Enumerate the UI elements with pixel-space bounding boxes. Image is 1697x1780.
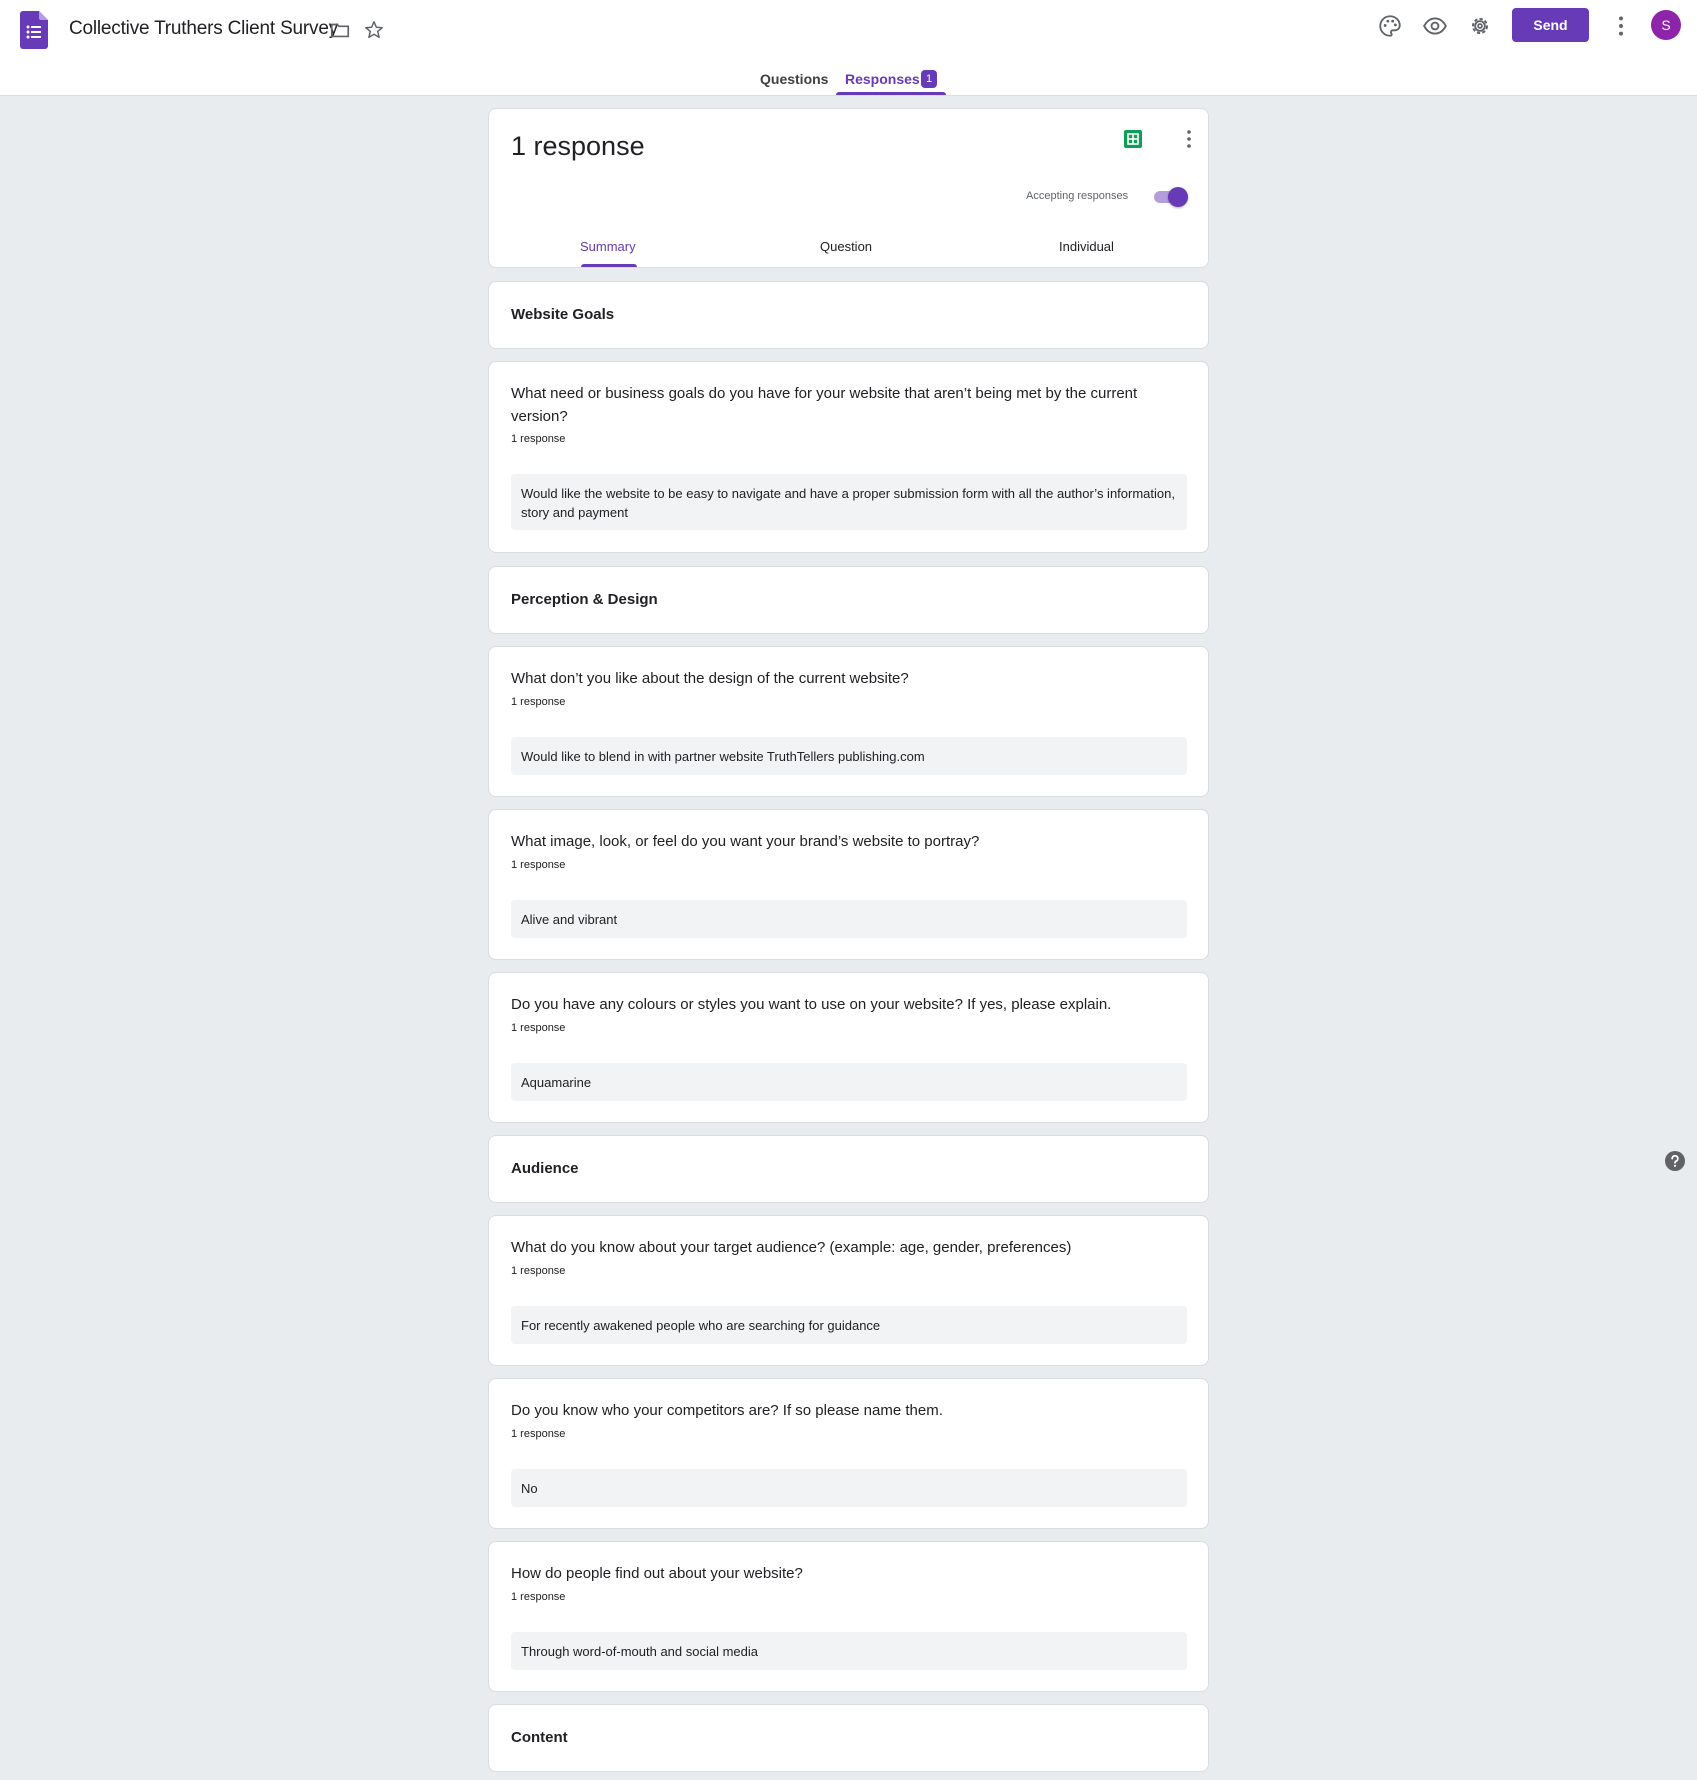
question-response-count: 1 response <box>511 859 566 871</box>
question-card: What image, look, or feel do you want yo… <box>488 809 1209 960</box>
top-bar: Collective Truthers Client Survey Send S… <box>0 0 1697 96</box>
question-card: What need or business goals do you have … <box>488 361 1209 553</box>
question-response-count: 1 response <box>511 1265 566 1277</box>
question-card: How do people find out about your websit… <box>488 1541 1209 1692</box>
avatar[interactable]: S <box>1651 10 1681 40</box>
section-card: Website Goals <box>488 281 1209 349</box>
question-response-count: 1 response <box>511 1022 566 1034</box>
question-response-count: 1 response <box>511 696 566 708</box>
section-title: Perception & Design <box>511 591 658 608</box>
response-answer: For recently awakened people who are sea… <box>511 1306 1187 1344</box>
response-count: 1 response <box>511 131 645 161</box>
tab-summary[interactable]: Summary <box>580 239 636 254</box>
response-answer: Alive and vibrant <box>511 900 1187 938</box>
responses-summary-card: 1 response Accepting responses Summary Q… <box>488 108 1209 268</box>
palette-icon[interactable] <box>1377 13 1403 39</box>
response-answer: Would like the website to be easy to nav… <box>511 474 1187 530</box>
toggle-thumb <box>1168 187 1188 207</box>
section-title: Content <box>511 1729 568 1746</box>
response-answer: Through word-of-mouth and social media <box>511 1632 1187 1670</box>
tab-underline <box>836 92 946 95</box>
response-answer: Aquamarine <box>511 1063 1187 1101</box>
question-title: What image, look, or feel do you want yo… <box>511 833 980 850</box>
question-title: Do you know who your competitors are? If… <box>511 1402 943 1419</box>
question-response-count: 1 response <box>511 1591 566 1603</box>
section-title: Audience <box>511 1160 579 1177</box>
question-title: Do you have any colours or styles you wa… <box>511 996 1112 1013</box>
tab-individual[interactable]: Individual <box>1059 239 1114 254</box>
section-title: Website Goals <box>511 306 615 323</box>
question-card: Do you know who your competitors are? If… <box>488 1378 1209 1529</box>
response-answer: No <box>511 1469 1187 1507</box>
gear-icon[interactable] <box>1467 13 1493 39</box>
send-button[interactable]: Send <box>1512 8 1589 42</box>
folder-icon[interactable] <box>329 19 351 41</box>
section-card: Audience <box>488 1135 1209 1203</box>
question-response-count: 1 response <box>511 433 566 445</box>
document-title[interactable]: Collective Truthers Client Survey <box>69 18 338 40</box>
tab-questions[interactable]: Questions <box>760 71 828 87</box>
help-icon[interactable] <box>1665 1151 1685 1171</box>
section-card: Perception & Design <box>488 566 1209 634</box>
accepting-responses-toggle[interactable] <box>1152 187 1188 207</box>
forms-app-icon[interactable] <box>20 11 48 49</box>
tab-question[interactable]: Question <box>820 239 872 254</box>
question-title: What don’t you like about the design of … <box>511 670 909 687</box>
question-title: What do you know about your target audie… <box>511 1239 1072 1256</box>
tab-responses[interactable]: Responses <box>845 71 920 87</box>
accepting-responses-label: Accepting responses <box>1026 190 1129 202</box>
question-title: What need or business goals do you have … <box>511 385 1138 425</box>
response-answer: Would like to blend in with partner webs… <box>511 737 1187 775</box>
question-card: What don’t you like about the design of … <box>488 646 1209 797</box>
summary-more-vert-icon[interactable] <box>1177 127 1201 151</box>
sheets-icon[interactable] <box>1123 129 1143 149</box>
question-response-count: 1 response <box>511 1428 566 1440</box>
responses-badge: 1 <box>921 70 937 88</box>
sub-tab-underline <box>581 264 637 267</box>
question-card: What do you know about your target audie… <box>488 1215 1209 1366</box>
question-title: How do people find out about your websit… <box>511 1565 803 1582</box>
more-vert-icon[interactable] <box>1608 13 1634 39</box>
question-card: Do you have any colours or styles you wa… <box>488 972 1209 1123</box>
eye-icon[interactable] <box>1422 13 1448 39</box>
star-icon[interactable] <box>363 19 385 41</box>
section-card: Content <box>488 1704 1209 1772</box>
